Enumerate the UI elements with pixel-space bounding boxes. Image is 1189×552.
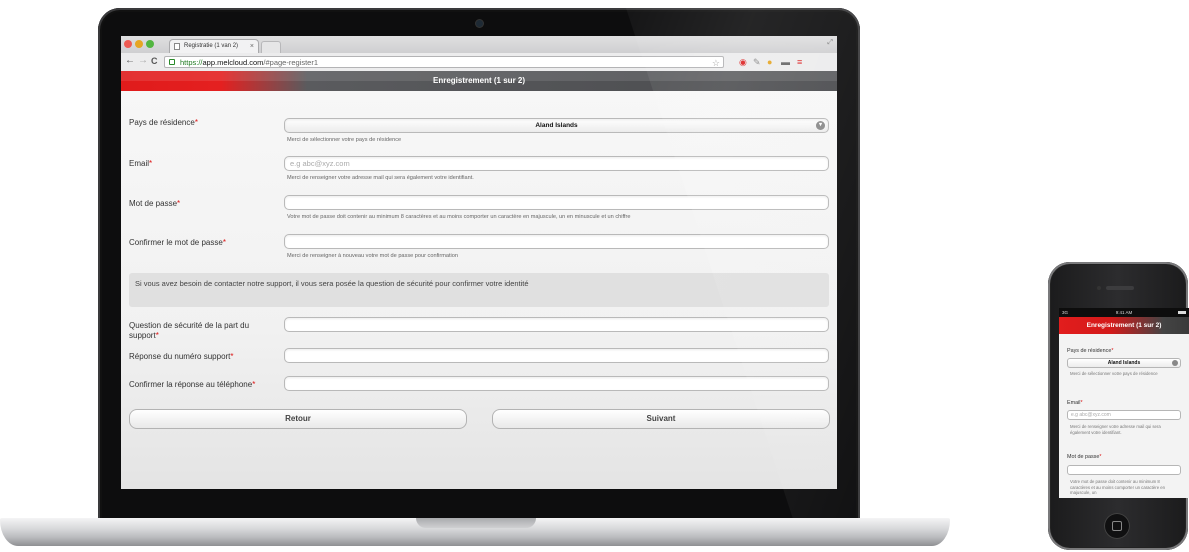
forward-icon[interactable]: → bbox=[138, 55, 148, 66]
phone-email-field[interactable]: e.g abc@xyz.com bbox=[1067, 410, 1181, 420]
confirm-password-label: Confirmer le mot de passe* bbox=[129, 238, 226, 247]
confirm-answer-field[interactable] bbox=[284, 376, 829, 391]
confirm-answer-label: Confirmer la réponse au téléphone* bbox=[129, 380, 256, 389]
wrench-icon[interactable]: ✎ bbox=[753, 57, 761, 67]
email-field[interactable]: e.g abc@xyz.com bbox=[284, 156, 829, 171]
phone-speaker bbox=[1106, 286, 1134, 290]
phone-country-select[interactable]: Aland Islands bbox=[1067, 358, 1181, 368]
tab-title: Registratie (1 van 2) bbox=[184, 43, 239, 49]
confirm-password-field[interactable] bbox=[284, 234, 829, 249]
browser-toolbar: ← → C https://app.melcloud.com/#page-reg… bbox=[121, 53, 837, 72]
lock-icon bbox=[169, 59, 175, 65]
country-label: Pays de résidence* bbox=[129, 118, 198, 127]
laptop-opening-notch bbox=[416, 518, 536, 528]
next-button[interactable]: Suivant bbox=[492, 409, 830, 429]
laptop-screen: Registratie (1 van 2) × ⤢ ← → C https://… bbox=[121, 36, 837, 489]
extension-icon[interactable]: ▬ bbox=[781, 57, 790, 67]
close-window-button[interactable] bbox=[124, 40, 132, 48]
window-controls bbox=[124, 40, 154, 48]
cookie-extension-icon[interactable]: ● bbox=[767, 57, 772, 67]
reload-icon[interactable]: C bbox=[151, 56, 158, 66]
browser-tab-bar: Registratie (1 van 2) × ⤢ bbox=[121, 36, 837, 54]
phone-password-label: Mot de passe* bbox=[1067, 454, 1102, 460]
security-info-box: Si vous avez besoin de contacter notre s… bbox=[129, 273, 829, 307]
url-path: /#page-register1 bbox=[263, 58, 319, 67]
battery-icon bbox=[1178, 311, 1186, 314]
opera-extension-icon[interactable]: ◉ bbox=[739, 57, 747, 67]
webcam-icon bbox=[476, 20, 483, 27]
phone-email-label: Email* bbox=[1067, 400, 1083, 406]
new-tab-button[interactable] bbox=[261, 41, 281, 53]
country-select[interactable]: Aland Islands ▾ bbox=[284, 118, 829, 133]
phone-country-help: Merci de sélectionner votre pays de rési… bbox=[1070, 371, 1158, 376]
support-answer-label: Réponse du numéro support* bbox=[129, 352, 234, 361]
country-value: Aland Islands bbox=[535, 122, 578, 129]
confirm-password-help: Merci de renseigner à nouveau votre mot … bbox=[287, 253, 459, 259]
page-icon bbox=[174, 43, 180, 50]
phone-status-bar: 3G 9:41 AM bbox=[1059, 308, 1189, 317]
password-help: Votre mot de passe doit contenir au mini… bbox=[287, 214, 631, 220]
fullscreen-icon[interactable]: ⤢ bbox=[827, 39, 833, 47]
security-question-field[interactable] bbox=[284, 317, 829, 332]
password-field[interactable] bbox=[284, 195, 829, 210]
phone-home-button[interactable] bbox=[1104, 513, 1130, 539]
chevron-down-icon: ▾ bbox=[816, 121, 825, 130]
phone-password-field[interactable] bbox=[1067, 465, 1181, 475]
phone-time: 9:41 AM bbox=[1115, 310, 1133, 315]
security-question-label: Question de sécurité de la part du suppo… bbox=[129, 321, 250, 340]
phone-page-title: Enregistrement (1 sur 2) bbox=[1059, 317, 1189, 334]
back-button[interactable]: Retour bbox=[129, 409, 467, 429]
minimize-window-button[interactable] bbox=[135, 40, 143, 48]
page-header: Enregistrement (1 sur 2) bbox=[121, 71, 837, 91]
phone-country-value: Aland Islands bbox=[1107, 360, 1141, 366]
registration-form: Pays de résidence* Aland Islands ▾ Merci… bbox=[121, 91, 837, 489]
phone-camera-icon bbox=[1097, 286, 1101, 290]
browser-tab[interactable]: Registratie (1 van 2) × bbox=[169, 39, 259, 53]
phone-email-help: Merci de renseigner votre adresse mail q… bbox=[1070, 424, 1161, 435]
close-tab-icon[interactable]: × bbox=[250, 40, 254, 53]
url-scheme: https:// bbox=[180, 58, 203, 67]
maximize-window-button[interactable] bbox=[146, 40, 154, 48]
bookmark-star-icon[interactable]: ☆ bbox=[712, 57, 720, 69]
support-answer-field[interactable] bbox=[284, 348, 829, 363]
address-bar[interactable]: https://app.melcloud.com/#page-register1… bbox=[164, 56, 724, 68]
back-icon[interactable]: ← bbox=[125, 55, 135, 66]
page-title: Enregistrement (1 sur 2) bbox=[432, 76, 526, 85]
url-host: app.melcloud.com bbox=[202, 58, 264, 67]
phone-password-help: Votre mot de passe doit contenir au mini… bbox=[1070, 479, 1166, 496]
phone-screen: 3G 9:41 AM Enregistrement (1 sur 2) Pays… bbox=[1059, 308, 1189, 498]
email-label: Email* bbox=[129, 159, 153, 168]
phone-country-label: Pays de résidence* bbox=[1067, 348, 1114, 354]
country-help: Merci de sélectionner votre pays de rési… bbox=[287, 137, 402, 143]
email-help: Merci de renseigner votre adresse mail q… bbox=[287, 175, 474, 181]
password-label: Mot de passe* bbox=[129, 199, 181, 208]
menu-icon[interactable]: ≡ bbox=[797, 57, 802, 67]
chevron-down-icon bbox=[1172, 360, 1178, 366]
